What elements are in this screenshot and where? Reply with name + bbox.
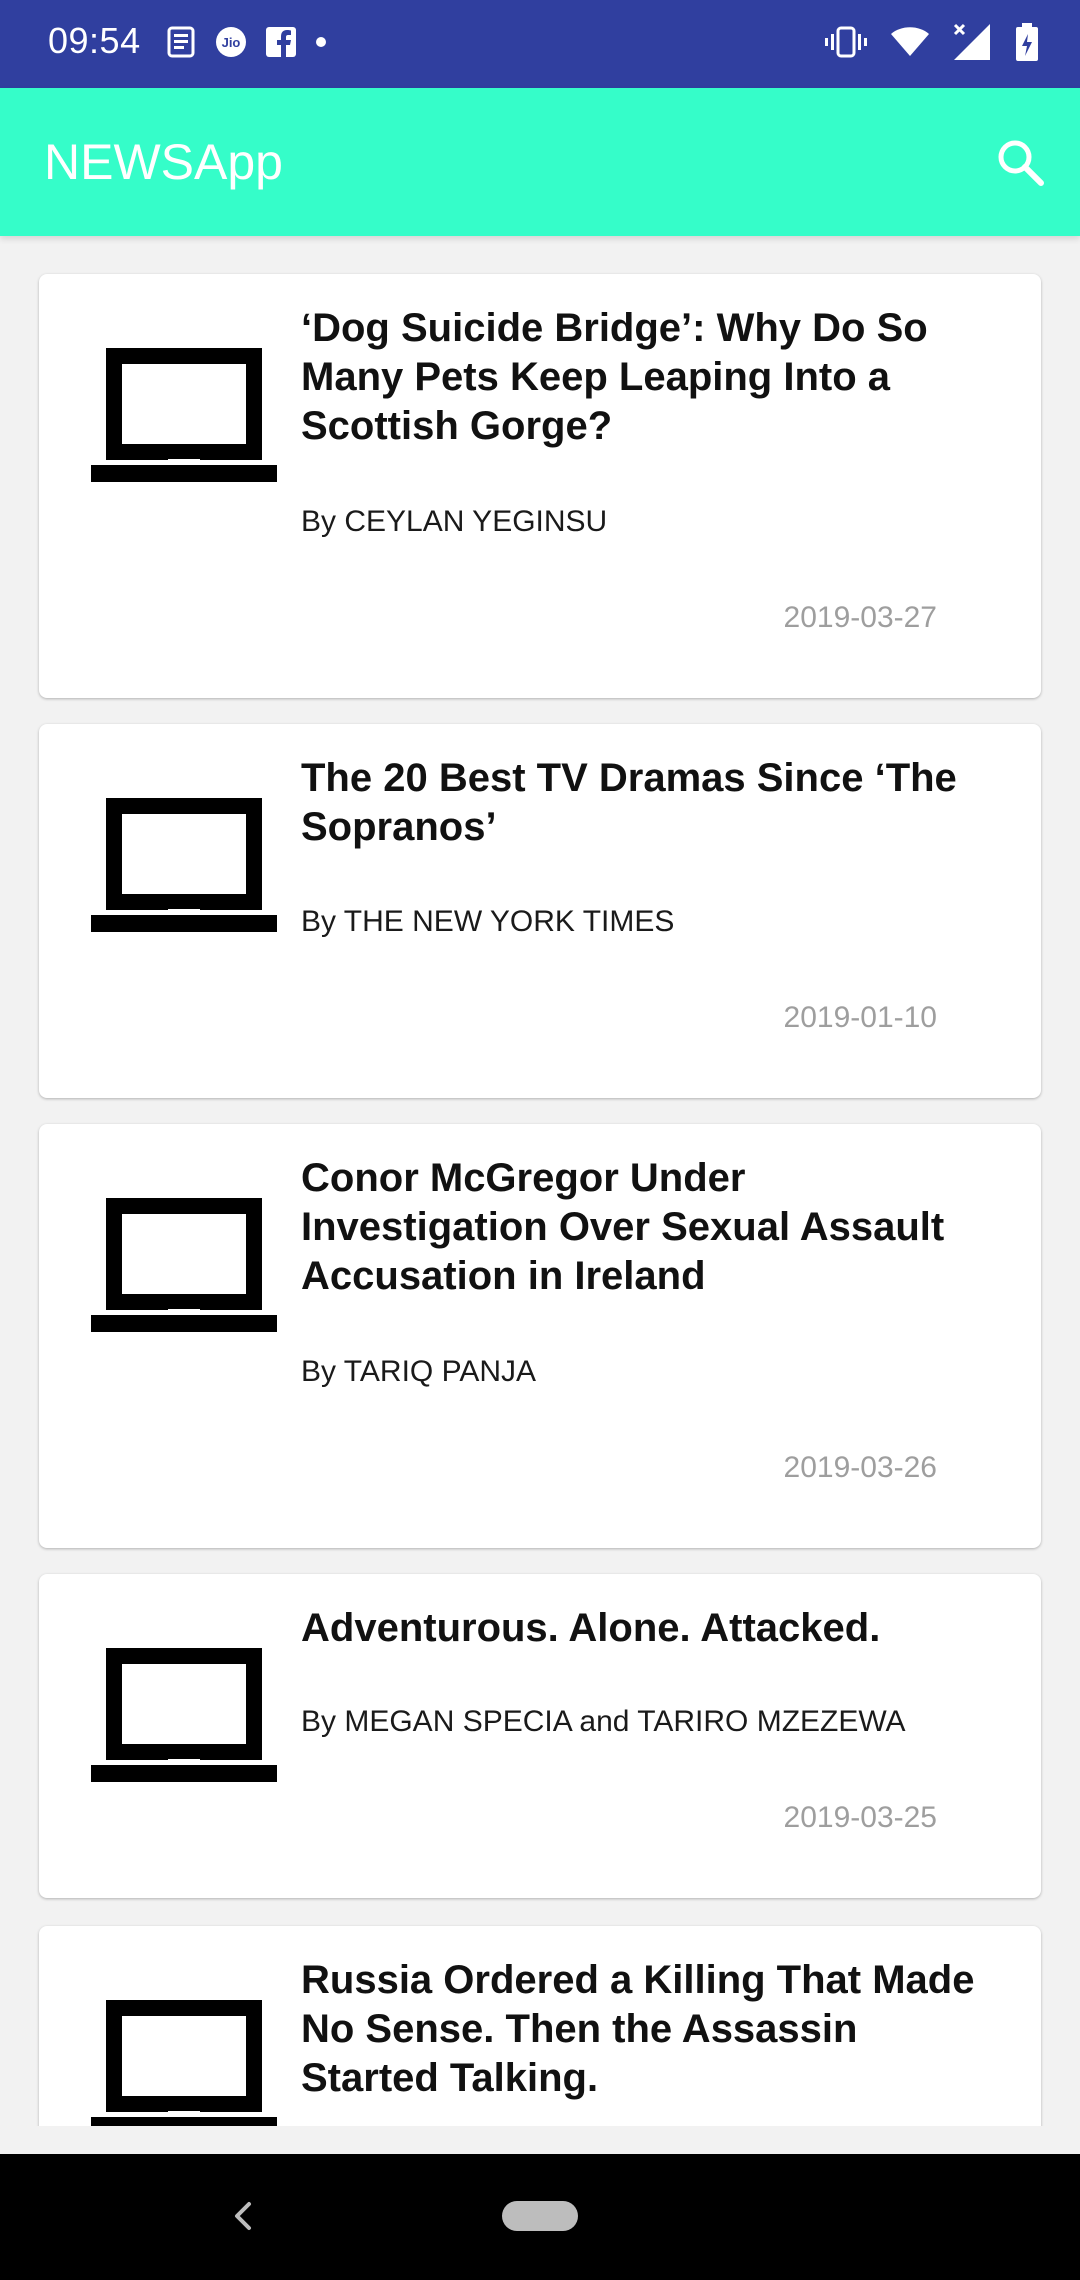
jio-icon: Jio (214, 25, 248, 64)
article-byline: By CEYLAN YEGINSU (301, 505, 608, 538)
news-card[interactable]: ‘Dog Suicide Bridge’: Why Do So Many Pet… (39, 274, 1041, 698)
search-icon[interactable] (994, 136, 1046, 188)
notification-dot-icon (314, 35, 328, 54)
article-byline: By MEGAN SPECIA and TARIRO MZEZEWA (301, 1705, 906, 1738)
news-card[interactable]: Russia Ordered a Killing That Made No Se… (39, 1926, 1041, 2126)
article-title: ‘Dog Suicide Bridge’: Why Do So Many Pet… (301, 306, 928, 448)
news-card[interactable]: The 20 Best TV Dramas Since ‘The Soprano… (39, 724, 1041, 1098)
article-date: 2019-03-25 (783, 1801, 937, 1834)
article-date: 2019-03-26 (783, 1451, 937, 1484)
article-title: The 20 Best TV Dramas Since ‘The Soprano… (301, 756, 957, 849)
laptop-icon (91, 1198, 277, 1332)
status-right-icons (802, 20, 1040, 68)
signal-icon (952, 22, 992, 67)
article-byline: By TARIQ PANJA (301, 1355, 537, 1388)
article-byline: By THE NEW YORK TIMES (301, 905, 675, 938)
navigation-bar (0, 2154, 1080, 2280)
jio-label: Jio (222, 35, 241, 50)
news-card[interactable]: Conor McGregor Under Investigation Over … (39, 1124, 1041, 1548)
battery-icon (1014, 22, 1040, 67)
article-date: 2019-01-10 (783, 1001, 937, 1034)
news-icon (164, 25, 198, 64)
article-title: Russia Ordered a Killing That Made No Se… (301, 1958, 975, 2100)
home-pill-icon[interactable] (502, 2201, 578, 2231)
laptop-icon (91, 1648, 277, 1782)
vibrate-icon (824, 25, 868, 64)
facebook-icon (264, 25, 298, 64)
article-date: 2019-03-27 (783, 601, 937, 634)
back-chevron-icon[interactable] (222, 2194, 266, 2238)
laptop-icon (91, 2000, 277, 2126)
status-left-icons: Jio (164, 24, 344, 64)
news-card[interactable]: Adventurous. Alone. Attacked. By MEGAN S… (39, 1574, 1041, 1898)
article-title: Adventurous. Alone. Attacked. (301, 1606, 881, 1650)
status-time: 09:54 (48, 20, 141, 61)
app-title: NEWSApp (44, 134, 283, 190)
status-bar: 09:54 Jio (0, 0, 1080, 88)
wifi-icon (890, 25, 930, 64)
news-feed[interactable]: ‘Dog Suicide Bridge’: Why Do So Many Pet… (0, 236, 1080, 2126)
laptop-icon (91, 798, 277, 932)
laptop-icon (91, 348, 277, 482)
article-title: Conor McGregor Under Investigation Over … (301, 1156, 945, 1298)
app-bar: NEWSApp (0, 88, 1080, 236)
